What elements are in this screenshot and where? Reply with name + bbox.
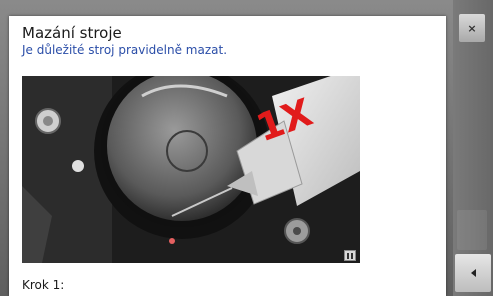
instruction-video[interactable]: 1X — [22, 76, 360, 263]
step-label: Krok 1: — [22, 278, 65, 292]
side-panel — [453, 0, 493, 296]
disabled-side-button — [457, 210, 487, 250]
dialog-title: Mazání stroje — [22, 24, 122, 42]
pause-button[interactable] — [344, 250, 356, 261]
pause-icon — [351, 252, 353, 259]
dialog-subtitle: Je důležité stroj pravidelně mazat. — [22, 43, 228, 57]
close-button[interactable]: × — [459, 14, 485, 42]
machine-illustration: 1X — [22, 76, 360, 263]
lubrication-dialog: Mazání stroje Je důležité stroj pravidel… — [9, 16, 446, 296]
close-icon: × — [467, 21, 477, 35]
previous-button[interactable] — [455, 254, 491, 292]
pause-icon — [347, 252, 349, 259]
arrow-left-icon — [470, 269, 476, 277]
